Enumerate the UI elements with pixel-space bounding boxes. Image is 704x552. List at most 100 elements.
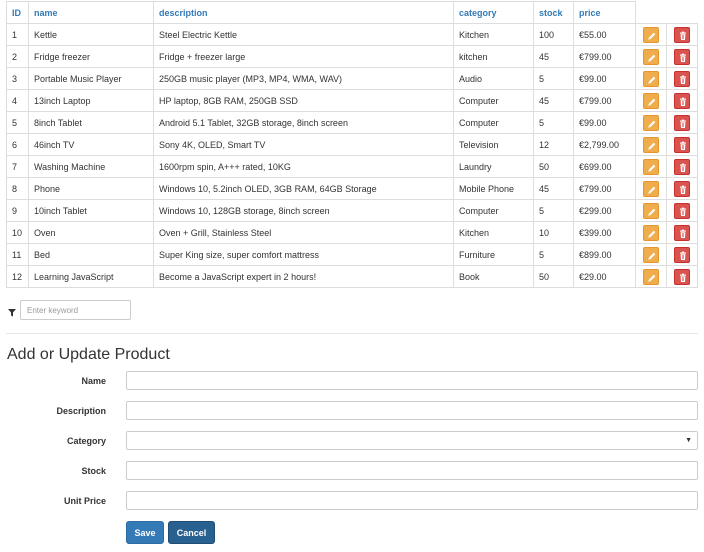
edit-button[interactable] [643, 70, 659, 87]
edit-button[interactable] [643, 136, 659, 153]
cell-id: 7 [6, 155, 29, 178]
cell-description: Become a JavaScript expert in 2 hours! [153, 265, 454, 288]
edit-button[interactable] [643, 246, 659, 263]
table-row: 8 Phone Windows 10, 5.2inch OLED, 3GB RA… [6, 177, 698, 200]
cell-description: 1600rpm spin, A+++ rated, 10KG [153, 155, 454, 178]
delete-button[interactable] [674, 26, 690, 43]
trash-icon [680, 185, 686, 194]
edit-button[interactable] [643, 224, 659, 241]
cancel-button[interactable]: Cancel [168, 521, 215, 544]
edit-button[interactable] [643, 92, 659, 109]
edit-button[interactable] [643, 114, 659, 131]
cell-edit [635, 265, 667, 288]
category-select[interactable]: ▼ [126, 431, 698, 450]
category-label: Category [66, 436, 106, 446]
cell-stock: 50 [533, 155, 574, 178]
edit-button[interactable] [643, 268, 659, 285]
cell-id: 2 [6, 45, 29, 68]
delete-button[interactable] [674, 92, 690, 109]
cell-description: Steel Electric Kettle [153, 23, 454, 46]
trash-icon [680, 53, 686, 62]
cell-price: €99.00 [573, 111, 636, 134]
cell-delete [666, 45, 698, 68]
column-header-price[interactable]: price [573, 1, 636, 24]
table-row: 10 Oven Oven + Grill, Stainless Steel Ki… [6, 221, 698, 244]
cell-description: Android 5.1 Tablet, 32GB storage, 8inch … [153, 111, 454, 134]
cell-delete [666, 23, 698, 46]
cell-id: 6 [6, 133, 29, 156]
pencil-icon [648, 142, 656, 150]
edit-button[interactable] [643, 202, 659, 219]
cell-name: Washing Machine [28, 155, 154, 178]
cell-id: 11 [6, 243, 29, 266]
cell-delete [666, 177, 698, 200]
cell-category: kitchen [453, 45, 534, 68]
trash-icon [680, 207, 686, 216]
cell-description: Windows 10, 5.2inch OLED, 3GB RAM, 64GB … [153, 177, 454, 200]
cell-price: €55.00 [573, 23, 636, 46]
pencil-icon [648, 186, 656, 194]
cell-stock: 45 [533, 45, 574, 68]
column-header-description[interactable]: description [153, 1, 454, 24]
delete-button[interactable] [674, 268, 690, 285]
delete-button[interactable] [674, 202, 690, 219]
cell-stock: 5 [533, 199, 574, 222]
cell-id: 9 [6, 199, 29, 222]
cell-edit [635, 221, 667, 244]
table-row: 12 Learning JavaScript Become a JavaScri… [6, 265, 698, 288]
cell-category: Television [453, 133, 534, 156]
cell-price: €799.00 [573, 177, 636, 200]
trash-icon [680, 97, 686, 106]
column-header-id[interactable]: ID [6, 1, 29, 24]
name-field[interactable] [126, 371, 698, 390]
edit-button[interactable] [643, 158, 659, 175]
column-header-stock[interactable]: stock [533, 1, 574, 24]
pencil-icon [648, 120, 656, 128]
save-button[interactable]: Save [126, 521, 164, 544]
cell-edit [635, 23, 667, 46]
stock-field[interactable] [126, 461, 698, 480]
cell-stock: 10 [533, 221, 574, 244]
cell-edit [635, 67, 667, 90]
table-row: 2 Fridge freezer Fridge + freezer large … [6, 45, 698, 68]
cell-delete [666, 67, 698, 90]
table-row: 9 10inch Tablet Windows 10, 128GB storag… [6, 199, 698, 222]
delete-button[interactable] [674, 114, 690, 131]
cell-price: €2,799.00 [573, 133, 636, 156]
name-label: Name [81, 376, 106, 386]
edit-button[interactable] [643, 26, 659, 43]
delete-button[interactable] [674, 246, 690, 263]
cell-delete [666, 133, 698, 156]
trash-icon [680, 273, 686, 282]
cell-price: €299.00 [573, 199, 636, 222]
cell-category: Computer [453, 89, 534, 112]
pencil-icon [648, 274, 656, 282]
keyword-filter-input[interactable] [20, 300, 131, 320]
cell-id: 5 [6, 111, 29, 134]
delete-button[interactable] [674, 136, 690, 153]
cell-price: €699.00 [573, 155, 636, 178]
unit-price-field[interactable] [126, 491, 698, 510]
delete-button[interactable] [674, 158, 690, 175]
cell-stock: 45 [533, 177, 574, 200]
cell-edit [635, 45, 667, 68]
edit-button[interactable] [643, 48, 659, 65]
column-header-category[interactable]: category [453, 1, 534, 24]
delete-button[interactable] [674, 224, 690, 241]
cell-name: Fridge freezer [28, 45, 154, 68]
cell-id: 1 [6, 23, 29, 46]
delete-button[interactable] [674, 48, 690, 65]
column-header-name[interactable]: name [28, 1, 154, 24]
description-field[interactable] [126, 401, 698, 420]
cell-price: €899.00 [573, 243, 636, 266]
chevron-down-icon: ▼ [685, 437, 692, 444]
stock-label: Stock [81, 466, 106, 476]
cell-stock: 45 [533, 89, 574, 112]
trash-icon [680, 31, 686, 40]
cell-category: Computer [453, 199, 534, 222]
pencil-icon [648, 230, 656, 238]
edit-button[interactable] [643, 180, 659, 197]
pencil-icon [648, 164, 656, 172]
delete-button[interactable] [674, 70, 690, 87]
delete-button[interactable] [674, 180, 690, 197]
